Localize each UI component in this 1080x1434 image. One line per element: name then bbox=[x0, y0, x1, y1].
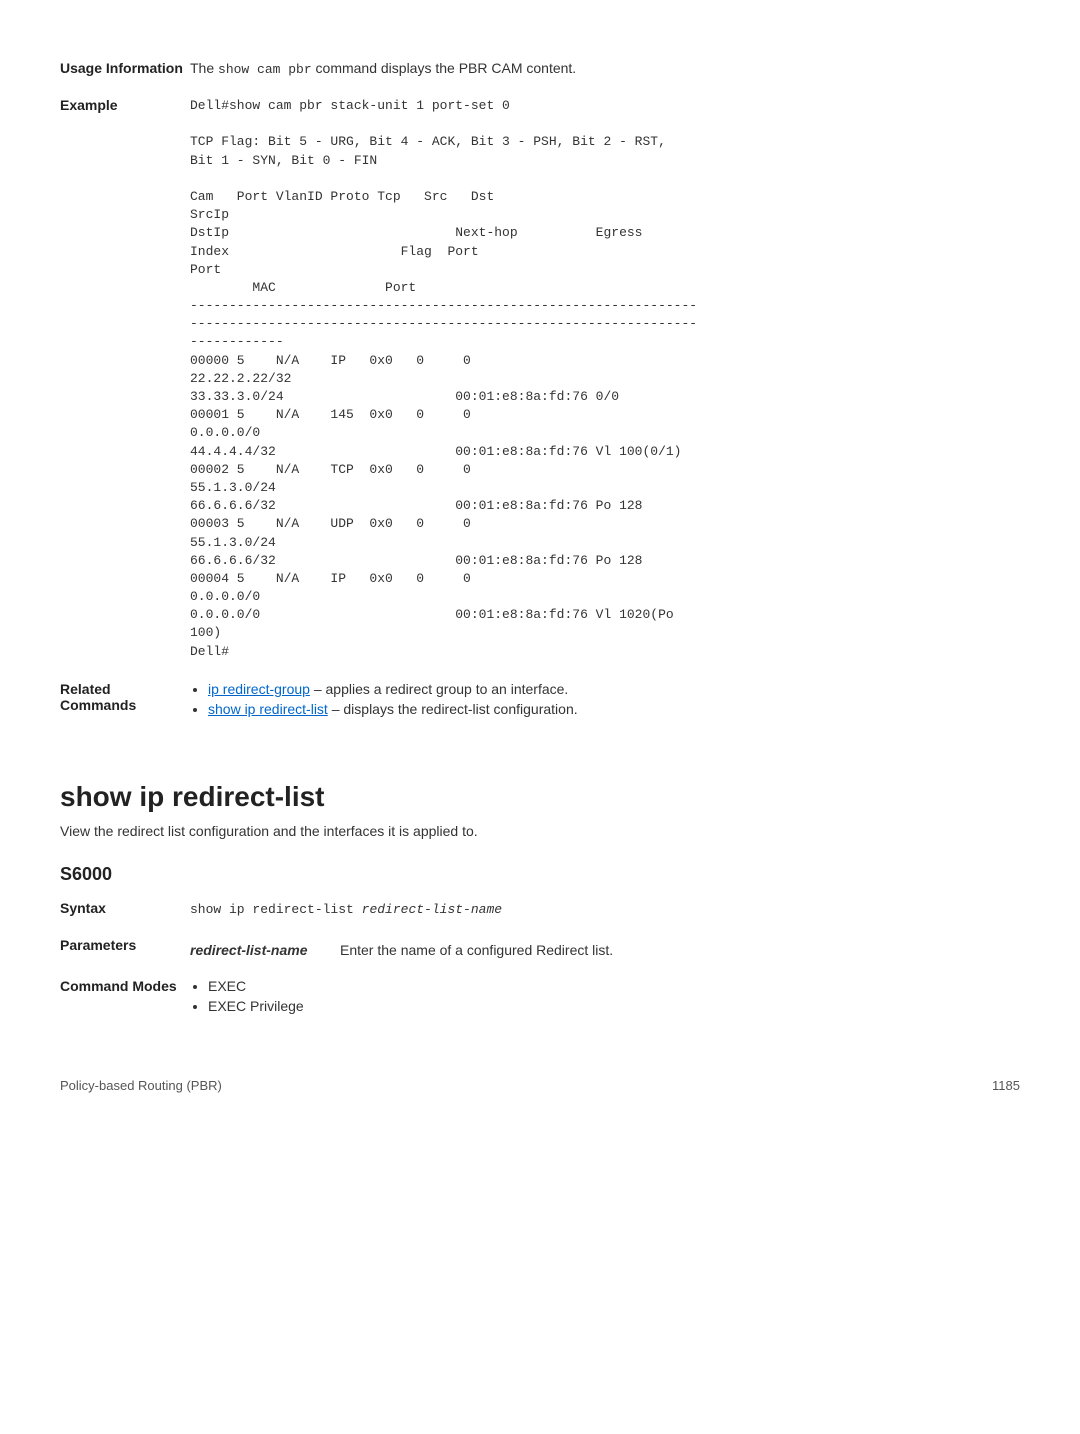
parameters-content: redirect-list-name Enter the name of a c… bbox=[190, 937, 1020, 958]
mode-item: EXEC bbox=[208, 978, 1020, 994]
syntax-cmd: show ip redirect-list bbox=[190, 902, 362, 917]
param-name: redirect-list-name bbox=[190, 942, 340, 958]
related-item: show ip redirect-list – displays the red… bbox=[208, 701, 1020, 717]
parameters-label: Parameters bbox=[60, 937, 190, 958]
related-item: ip redirect-group – applies a redirect g… bbox=[208, 681, 1020, 697]
syntax-section: Syntax show ip redirect-list redirect-li… bbox=[60, 900, 1020, 917]
link-show-ip-redirect-list[interactable]: show ip redirect-list bbox=[208, 701, 328, 717]
usage-text-post: command displays the PBR CAM content. bbox=[312, 60, 577, 76]
related-item-text: – applies a redirect group to an interfa… bbox=[310, 681, 568, 697]
usage-content: The show cam pbr command displays the PB… bbox=[190, 60, 1020, 77]
param-row: redirect-list-name Enter the name of a c… bbox=[190, 942, 1020, 958]
related-section: Related Commands ip redirect-group – app… bbox=[60, 681, 1020, 721]
modes-label: Command Modes bbox=[60, 978, 190, 1018]
page-footer: Policy-based Routing (PBR) 1185 bbox=[60, 1078, 1020, 1093]
command-description: View the redirect list configuration and… bbox=[60, 823, 1020, 839]
usage-cmd: show cam pbr bbox=[218, 62, 312, 77]
usage-label: Usage Information bbox=[60, 60, 190, 77]
syntax-arg: redirect-list-name bbox=[362, 902, 502, 917]
param-desc: Enter the name of a configured Redirect … bbox=[340, 942, 1020, 958]
footer-page-number: 1185 bbox=[992, 1078, 1020, 1093]
link-ip-redirect-group[interactable]: ip redirect-group bbox=[208, 681, 310, 697]
usage-section: Usage Information The show cam pbr comma… bbox=[60, 60, 1020, 77]
usage-text-pre: The bbox=[190, 60, 218, 76]
modes-list: EXEC EXEC Privilege bbox=[190, 978, 1020, 1014]
related-label: Related Commands bbox=[60, 681, 190, 721]
syntax-label: Syntax bbox=[60, 900, 190, 917]
modes-section: Command Modes EXEC EXEC Privilege bbox=[60, 978, 1020, 1018]
related-content: ip redirect-group – applies a redirect g… bbox=[190, 681, 1020, 721]
example-block: Dell#show cam pbr stack-unit 1 port-set … bbox=[190, 97, 1020, 661]
footer-left: Policy-based Routing (PBR) bbox=[60, 1078, 222, 1093]
related-list: ip redirect-group – applies a redirect g… bbox=[190, 681, 1020, 717]
model-heading: S6000 bbox=[60, 864, 1020, 885]
example-content: Dell#show cam pbr stack-unit 1 port-set … bbox=[190, 97, 1020, 661]
example-section: Example Dell#show cam pbr stack-unit 1 p… bbox=[60, 97, 1020, 661]
syntax-content: show ip redirect-list redirect-list-name bbox=[190, 900, 1020, 917]
modes-content: EXEC EXEC Privilege bbox=[190, 978, 1020, 1018]
example-label: Example bbox=[60, 97, 190, 661]
mode-item: EXEC Privilege bbox=[208, 998, 1020, 1014]
parameters-section: Parameters redirect-list-name Enter the … bbox=[60, 937, 1020, 958]
command-title: show ip redirect-list bbox=[60, 781, 1020, 813]
related-item-text: – displays the redirect-list configurati… bbox=[328, 701, 578, 717]
